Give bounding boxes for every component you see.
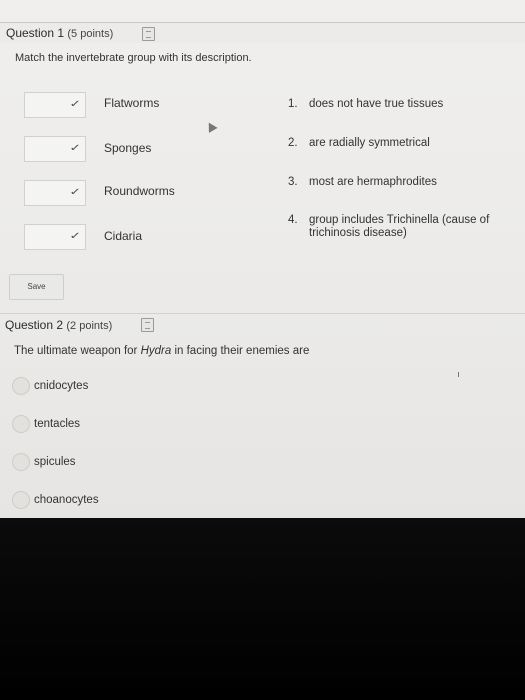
description-number: 4. bbox=[288, 214, 298, 226]
radio-button[interactable] bbox=[12, 491, 30, 509]
option-label: cnidocytes bbox=[34, 380, 89, 392]
option-label: spicules bbox=[34, 456, 76, 468]
description-number: 1. bbox=[288, 98, 298, 110]
chevron-down-icon: ✓ bbox=[69, 187, 82, 198]
chevron-down-icon: ✓ bbox=[69, 99, 82, 110]
match-select-4[interactable]: ✓ bbox=[24, 224, 86, 250]
match-select-3[interactable]: ✓ bbox=[24, 180, 86, 206]
term-flatworms: Flatworms bbox=[104, 96, 160, 110]
term-cnidaria: Cidaria bbox=[104, 229, 143, 243]
description-text: most are hermaphrodites bbox=[309, 176, 437, 188]
term-sponges: Sponges bbox=[104, 141, 152, 155]
description-text: does not have true tissues bbox=[309, 98, 444, 110]
mouse-cursor-icon bbox=[204, 120, 218, 133]
description-line-1: group includes Trichinella (cause of bbox=[309, 214, 490, 226]
option-label: tentacles bbox=[34, 418, 81, 430]
option-label: choanocytes bbox=[34, 494, 99, 506]
save-button[interactable]: Save bbox=[9, 274, 64, 300]
quiz-screen: Question 1 (5 points) Match the inverteb… bbox=[0, 0, 525, 518]
description-text: group includes Trichinella (cause of tri… bbox=[309, 214, 489, 240]
radio-button[interactable] bbox=[12, 415, 30, 433]
question-1-title: Question 1 (5 points) bbox=[6, 26, 114, 40]
question-1-prompt: Match the invertebrate group with its de… bbox=[15, 52, 252, 64]
monitor-bezel bbox=[0, 518, 525, 700]
match-select-2[interactable]: ✓ bbox=[24, 136, 86, 162]
question-document-icon[interactable] bbox=[142, 27, 155, 41]
question-1-header: Question 1 (5 points) bbox=[0, 22, 525, 43]
chevron-down-icon: ✓ bbox=[69, 143, 82, 154]
description-number: 3. bbox=[288, 176, 298, 188]
text-caret bbox=[458, 372, 459, 377]
question-2-title: Question 2 (2 points) bbox=[5, 318, 113, 332]
radio-button[interactable] bbox=[12, 377, 30, 395]
chevron-down-icon: ✓ bbox=[69, 231, 82, 242]
description-text: are radially symmetrical bbox=[309, 137, 430, 149]
radio-button[interactable] bbox=[12, 453, 30, 471]
question-document-icon[interactable] bbox=[141, 318, 154, 332]
term-roundworms: Roundworms bbox=[104, 184, 175, 198]
description-number: 2. bbox=[288, 137, 298, 149]
description-line-2: trichinosis disease) bbox=[309, 227, 407, 239]
match-select-1[interactable]: ✓ bbox=[24, 92, 86, 118]
question-2-prompt: The ultimate weapon for Hydra in facing … bbox=[14, 345, 310, 357]
question-divider bbox=[0, 313, 525, 314]
